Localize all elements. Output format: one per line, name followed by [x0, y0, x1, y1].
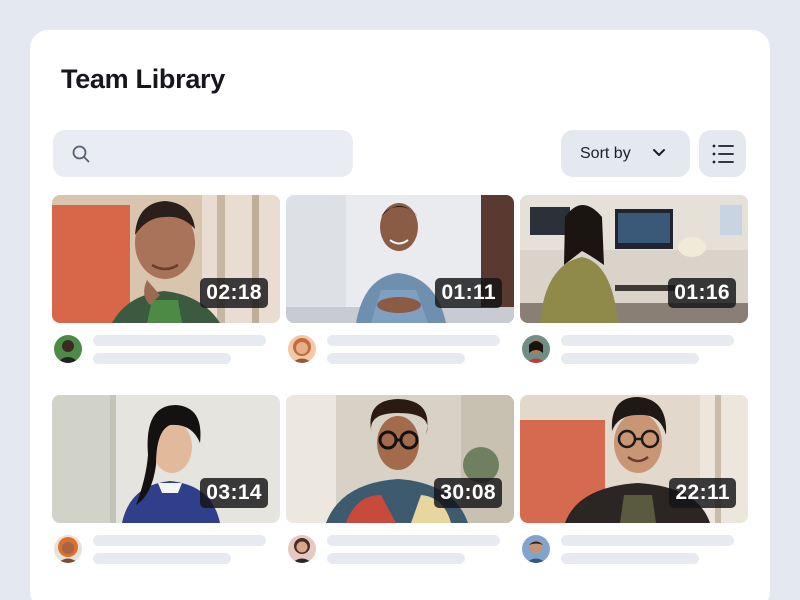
video-thumbnail[interactable]: 01:16	[520, 195, 748, 323]
subtitle-placeholder	[93, 353, 231, 364]
video-duration: 30:08	[434, 478, 502, 508]
avatar[interactable]	[54, 335, 82, 363]
avatar[interactable]	[288, 535, 316, 563]
video-duration: 01:16	[668, 278, 736, 308]
video-card[interactable]: 30:08	[286, 395, 514, 573]
title-placeholder	[327, 335, 500, 346]
video-card[interactable]: 02:18	[52, 195, 280, 373]
title-placeholder	[561, 535, 734, 546]
video-card[interactable]: 22:11	[520, 395, 748, 573]
video-meta	[52, 523, 280, 573]
video-meta	[286, 323, 514, 373]
list-view-button[interactable]	[699, 130, 746, 177]
video-thumbnail[interactable]: 01:11	[286, 195, 514, 323]
title-placeholder	[561, 335, 734, 346]
avatar[interactable]	[522, 335, 550, 363]
video-card[interactable]: 01:16	[520, 195, 748, 373]
search-input[interactable]	[53, 130, 353, 177]
title-placeholder	[327, 535, 500, 546]
video-thumbnail[interactable]: 03:14	[52, 395, 280, 523]
video-card[interactable]: 03:14	[52, 395, 280, 573]
page-title: Team Library	[61, 64, 225, 94]
video-card[interactable]: 01:11	[286, 195, 514, 373]
avatar[interactable]	[522, 535, 550, 563]
video-duration: 03:14	[200, 478, 268, 508]
avatar[interactable]	[288, 335, 316, 363]
video-thumbnail[interactable]: 22:11	[520, 395, 748, 523]
video-duration: 01:11	[435, 278, 502, 308]
title-placeholder	[93, 535, 266, 546]
subtitle-placeholder	[327, 553, 465, 564]
sort-by-button[interactable]: Sort by	[561, 130, 690, 177]
search-icon	[72, 145, 90, 163]
team-library-panel: Team Library Sort by 02:18 01:11 01:16 0…	[30, 30, 770, 600]
title-placeholder	[93, 335, 266, 346]
subtitle-placeholder	[561, 553, 699, 564]
video-thumbnail[interactable]: 02:18	[52, 195, 280, 323]
video-meta	[520, 323, 748, 373]
sort-by-label: Sort by	[580, 144, 631, 162]
video-thumbnail[interactable]: 30:08	[286, 395, 514, 523]
video-duration: 02:18	[200, 278, 268, 308]
avatar[interactable]	[54, 535, 82, 563]
video-meta	[52, 323, 280, 373]
subtitle-placeholder	[327, 353, 465, 364]
video-meta	[520, 523, 748, 573]
subtitle-placeholder	[93, 553, 231, 564]
list-view-icon	[712, 144, 734, 164]
video-meta	[286, 523, 514, 573]
chevron-down-icon	[653, 149, 665, 156]
subtitle-placeholder	[561, 353, 699, 364]
video-duration: 22:11	[669, 478, 736, 508]
